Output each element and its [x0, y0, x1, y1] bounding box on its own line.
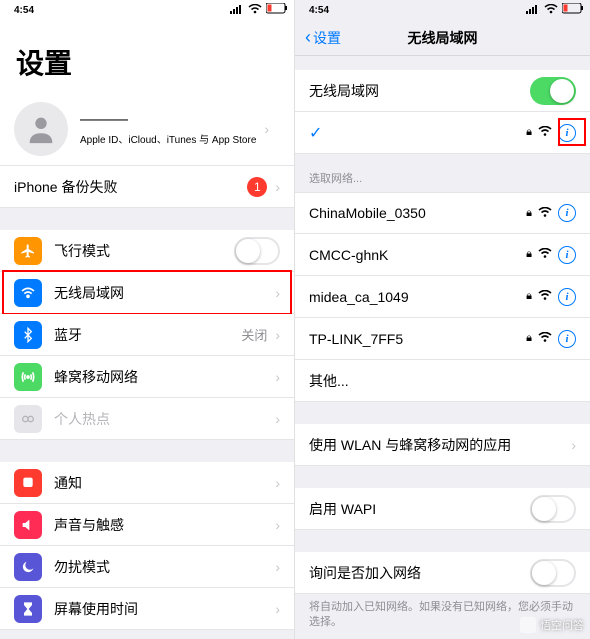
apple-id-row[interactable]: ——— Apple ID、iCloud、iTunes 与 App Store › — [0, 92, 294, 166]
page-title: 设置 — [0, 20, 294, 92]
ask-join-row[interactable]: 询问是否加入网络 — [295, 552, 590, 594]
wifi-screen: 4:54 ‹ 设置 无线局域网 无线局域网 ✓ 🔒︎ i 选取网络... Chi… — [295, 0, 590, 639]
signal-icon — [526, 4, 540, 17]
backup-label: iPhone 备份失败 — [14, 177, 247, 197]
info-icon[interactable]: i — [558, 246, 576, 264]
chevron-right-icon: › — [275, 559, 280, 575]
profile-name: ——— — [80, 111, 256, 129]
chevron-right-icon: › — [275, 411, 280, 427]
settings-screen: 4:54 设置 ——— Apple ID、iCloud、iTunes 与 App… — [0, 0, 295, 639]
wifi-signal-icon — [538, 331, 552, 346]
hourglass-icon — [14, 595, 42, 623]
status-bar: 4:54 — [0, 0, 294, 20]
lock-icon: 🔒︎ — [526, 248, 532, 261]
bluetooth-icon — [14, 321, 42, 349]
chevron-right-icon: › — [571, 437, 576, 453]
wifi-signal-icon — [538, 247, 552, 262]
wifi-signal-icon — [538, 206, 552, 221]
chevron-right-icon: › — [275, 369, 280, 385]
network-name: TP-LINK_7FF5 — [309, 331, 526, 347]
chevron-right-icon: › — [275, 179, 280, 195]
sound-icon — [14, 511, 42, 539]
airplane-icon — [14, 237, 42, 265]
nav-bar: ‹ 设置 无线局域网 — [295, 20, 590, 56]
wapi-toggle[interactable] — [530, 495, 576, 523]
other-network-row[interactable]: 其他... — [295, 360, 590, 402]
signal-icon — [230, 4, 244, 17]
choose-network-header: 选取网络... — [295, 154, 590, 192]
info-icon[interactable]: i — [558, 204, 576, 222]
wifi-icon — [14, 279, 42, 307]
chevron-right-icon: › — [275, 285, 280, 301]
back-button[interactable]: ‹ 设置 — [305, 27, 341, 48]
battery-low-icon — [562, 3, 584, 17]
info-icon[interactable]: i — [558, 288, 576, 306]
status-time: 4:54 — [309, 5, 329, 16]
backup-failed-row[interactable]: iPhone 备份失败 1 › — [0, 166, 294, 208]
connected-network-row[interactable]: ✓ 🔒︎ i — [295, 112, 590, 154]
status-time: 4:54 — [14, 5, 34, 16]
chevron-right-icon: › — [275, 601, 280, 617]
wifi-signal-icon — [538, 289, 552, 304]
dnd-row[interactable]: 勿扰模式 › — [0, 546, 294, 588]
lock-icon: 🔒︎ — [526, 290, 532, 303]
notifications-row[interactable]: 通知 › — [0, 462, 294, 504]
wapi-row[interactable]: 启用 WAPI — [295, 488, 590, 530]
chevron-right-icon: › — [275, 517, 280, 533]
notification-icon — [14, 469, 42, 497]
avatar-icon — [14, 102, 68, 156]
wifi-row[interactable]: 无线局域网 › — [0, 272, 294, 314]
chevron-left-icon: ‹ — [305, 27, 311, 48]
chevron-right-icon: › — [275, 475, 280, 491]
lock-icon: 🔒︎ — [526, 126, 532, 139]
hotspot-row: 个人热点 › — [0, 398, 294, 440]
bluetooth-row[interactable]: 蓝牙 关闭 › — [0, 314, 294, 356]
info-icon[interactable]: i — [558, 124, 576, 142]
network-name: CMCC-ghnK — [309, 247, 526, 263]
battery-low-icon — [266, 3, 288, 17]
wifi-icon — [544, 4, 558, 17]
wifi-toggle[interactable] — [530, 77, 576, 105]
wifi-icon — [248, 4, 262, 17]
screentime-row[interactable]: 屏幕使用时间 › — [0, 588, 294, 630]
wlan-apps-row[interactable]: 使用 WLAN 与蜂窝移动网的应用 › — [295, 424, 590, 466]
network-row[interactable]: CMCC-ghnK 🔒︎ i — [295, 234, 590, 276]
moon-icon — [14, 553, 42, 581]
status-bar: 4:54 — [295, 0, 590, 20]
network-name: ChinaMobile_0350 — [309, 205, 526, 221]
cellular-icon — [14, 363, 42, 391]
chevron-right-icon: › — [264, 121, 269, 137]
info-icon[interactable]: i — [558, 330, 576, 348]
sounds-row[interactable]: 声音与触感 › — [0, 504, 294, 546]
bluetooth-value: 关闭 — [241, 325, 267, 344]
checkmark-icon: ✓ — [309, 123, 322, 143]
network-name: midea_ca_1049 — [309, 289, 526, 305]
watermark-icon — [520, 617, 536, 633]
network-row[interactable]: TP-LINK_7FF5 🔒︎ i — [295, 318, 590, 360]
lock-icon: 🔒︎ — [526, 207, 532, 220]
chevron-right-icon: › — [275, 327, 280, 343]
airplane-mode-row[interactable]: 飞行模式 — [0, 230, 294, 272]
cellular-row[interactable]: 蜂窝移动网络 › — [0, 356, 294, 398]
lock-icon: 🔒︎ — [526, 332, 532, 345]
ask-join-toggle[interactable] — [530, 559, 576, 587]
badge-count: 1 — [247, 177, 267, 197]
profile-subtitle: Apple ID、iCloud、iTunes 与 App Store — [80, 131, 256, 146]
watermark: 悟空问答 — [520, 617, 584, 633]
wifi-toggle-row[interactable]: 无线局域网 — [295, 70, 590, 112]
network-row[interactable]: midea_ca_1049 🔒︎ i — [295, 276, 590, 318]
airplane-toggle[interactable] — [234, 237, 280, 265]
hotspot-icon — [14, 405, 42, 433]
wifi-signal-icon — [538, 125, 552, 140]
network-row[interactable]: ChinaMobile_0350 🔒︎ i — [295, 192, 590, 234]
